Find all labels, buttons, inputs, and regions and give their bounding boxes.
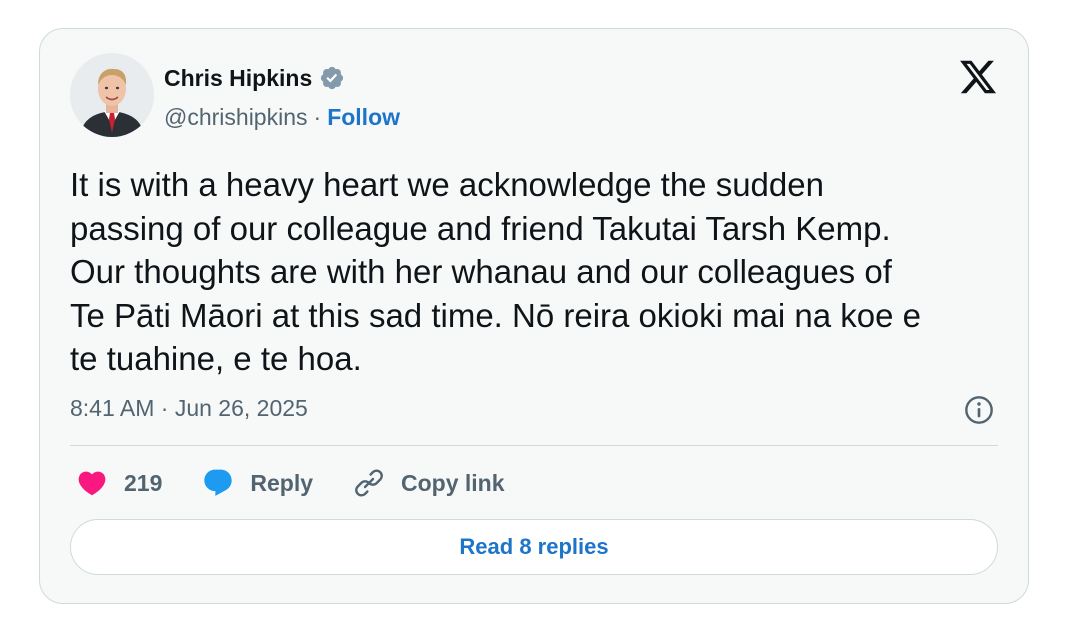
copy-link-button[interactable]: Copy link	[353, 467, 505, 499]
author-handle[interactable]: @chrishipkins	[164, 104, 308, 131]
tweet-actions: 219 Reply Copy link	[76, 465, 545, 501]
author-handle-row: @chrishipkins · Follow	[164, 101, 400, 133]
author-display-name[interactable]: Chris Hipkins	[164, 65, 312, 92]
heart-icon	[78, 471, 106, 496]
like-button[interactable]: 219	[76, 467, 162, 499]
read-replies-label: Read 8 replies	[459, 534, 609, 559]
follow-button[interactable]: Follow	[327, 104, 400, 131]
reply-label: Reply	[250, 469, 314, 496]
speech-bubble-icon	[204, 469, 233, 496]
separator-dot: ·	[313, 103, 322, 130]
info-icon[interactable]	[963, 394, 995, 426]
copy-link-label: Copy link	[401, 469, 505, 496]
link-icon	[355, 469, 383, 497]
like-count: 219	[124, 469, 163, 496]
read-replies-button[interactable]: Read 8 replies	[70, 519, 998, 575]
tweet-timestamp[interactable]: 8:41 AM · Jun 26, 2025	[70, 395, 308, 422]
avatar[interactable]	[70, 53, 154, 137]
author-name-row: Chris Hipkins	[164, 61, 345, 95]
verified-badge-icon	[321, 66, 344, 90]
tweet-embed-card: Chris Hipkins @chrishipkins · Follow It …	[39, 28, 1029, 604]
tweet-text: It is with a heavy heart we acknowledge …	[70, 166, 922, 377]
reply-button[interactable]: Reply	[202, 467, 313, 499]
divider	[70, 445, 998, 446]
x-logo-icon[interactable]	[958, 57, 998, 97]
